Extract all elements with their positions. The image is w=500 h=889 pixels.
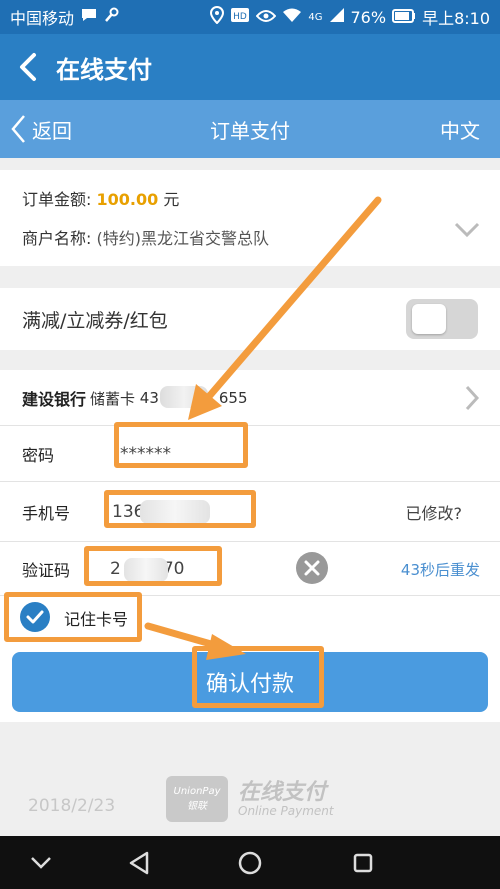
chevron-right-icon <box>465 385 480 411</box>
phone-modified-link[interactable]: 已修改? <box>406 482 463 542</box>
annotation-box-phone <box>104 490 256 528</box>
chevron-down-icon <box>31 857 51 869</box>
carrier-name: 中国移动 <box>10 9 75 28</box>
order-amount-row: 订单金额: 100.00 元 <box>22 186 179 210</box>
close-icon <box>304 560 320 576</box>
svg-text:HD: HD <box>234 12 248 22</box>
network-type: 4G <box>308 11 323 23</box>
page-title: 订单支付 <box>210 118 290 143</box>
back-nav-button[interactable] <box>122 846 156 880</box>
brand-title: 在线支付 <box>238 780 327 805</box>
chevron-left-icon <box>11 115 25 143</box>
app-bar: 在线支付 <box>0 34 500 100</box>
card-mask <box>160 386 208 408</box>
password-row: 密码 ****** <box>0 426 500 482</box>
merchant-row: 商户名称: (特约)黑龙江省交警总队 <box>22 225 269 249</box>
annotation-box-code <box>84 546 222 586</box>
hide-nav-button[interactable] <box>24 846 58 880</box>
clock-time: 早上8:10 <box>422 9 490 28</box>
code-label: 验证码 <box>22 561 71 580</box>
code-row: 验证码 2 70 43秒后重发 <box>0 542 500 596</box>
chevron-left-icon <box>20 53 36 81</box>
order-info: 订单金额: 100.00 元 商户名称: (特约)黑龙江省交警总队 <box>0 170 500 266</box>
signal-icon <box>329 7 345 27</box>
merchant-value: (特约)黑龙江省交警总队 <box>96 229 270 248</box>
promo-label: 满减/立减券/红包 <box>22 309 168 332</box>
battery-icon <box>392 8 416 27</box>
phone-label: 手机号 <box>22 504 71 523</box>
card-type: 储蓄卡 <box>90 389 136 408</box>
bank-label: 建设银行 <box>22 390 87 409</box>
navigation-bar <box>0 836 500 889</box>
clear-code-button[interactable] <box>296 552 328 584</box>
triangle-back-icon <box>129 851 149 875</box>
resend-code-link[interactable]: 43秒后重发 <box>401 542 480 596</box>
chevron-down-icon <box>454 222 480 238</box>
back-button[interactable]: 返回 <box>10 100 72 158</box>
status-bar: 中国移动 HD 4G 76% 早上8:10 <box>0 0 500 34</box>
home-nav-button[interactable] <box>233 846 267 880</box>
photo-date: 2018/2/23 <box>28 796 116 816</box>
wrench-icon <box>104 7 120 27</box>
app-title: 在线支付 <box>56 55 152 84</box>
promo-row: 满减/立减券/红包 <box>0 288 500 350</box>
unionpay-logo: UnionPay 银联 <box>166 776 228 822</box>
bank-card-row[interactable]: 建设银行 储蓄卡 43 655 <box>0 370 500 426</box>
annotation-box-remember <box>4 592 142 642</box>
promo-toggle[interactable] <box>406 299 478 339</box>
card-prefix: 43 <box>139 389 159 407</box>
language-button[interactable]: 中文 <box>440 100 480 158</box>
hd-icon: HD <box>230 7 250 27</box>
amount-label: 订单金额: <box>22 190 92 209</box>
password-label: 密码 <box>22 446 55 465</box>
annotation-box-confirm <box>192 646 324 708</box>
order-expand-button[interactable] <box>454 222 480 242</box>
amount-unit: 元 <box>163 190 180 209</box>
brand-subtitle: Online Payment <box>238 804 334 818</box>
circle-home-icon <box>238 851 262 875</box>
wifi-icon <box>282 7 302 27</box>
amount-value: 100.00 <box>96 190 159 209</box>
back-label: 返回 <box>32 118 72 143</box>
app-back-button[interactable] <box>0 34 56 100</box>
footer: 2018/2/23 UnionPay 银联 在线支付 Online Paymen… <box>0 740 500 836</box>
chat-icon <box>80 7 98 27</box>
battery-percent: 76% <box>350 7 387 27</box>
eye-icon <box>256 8 277 27</box>
card-suffix: 655 <box>218 389 248 407</box>
square-recents-icon <box>353 853 373 873</box>
location-icon <box>210 5 225 28</box>
recents-nav-button[interactable] <box>346 846 380 880</box>
toggle-knob <box>412 304 446 334</box>
sub-header: 返回 订单支付 中文 <box>0 100 500 158</box>
annotation-box-password <box>114 422 248 468</box>
merchant-label: 商户名称: <box>22 229 92 248</box>
